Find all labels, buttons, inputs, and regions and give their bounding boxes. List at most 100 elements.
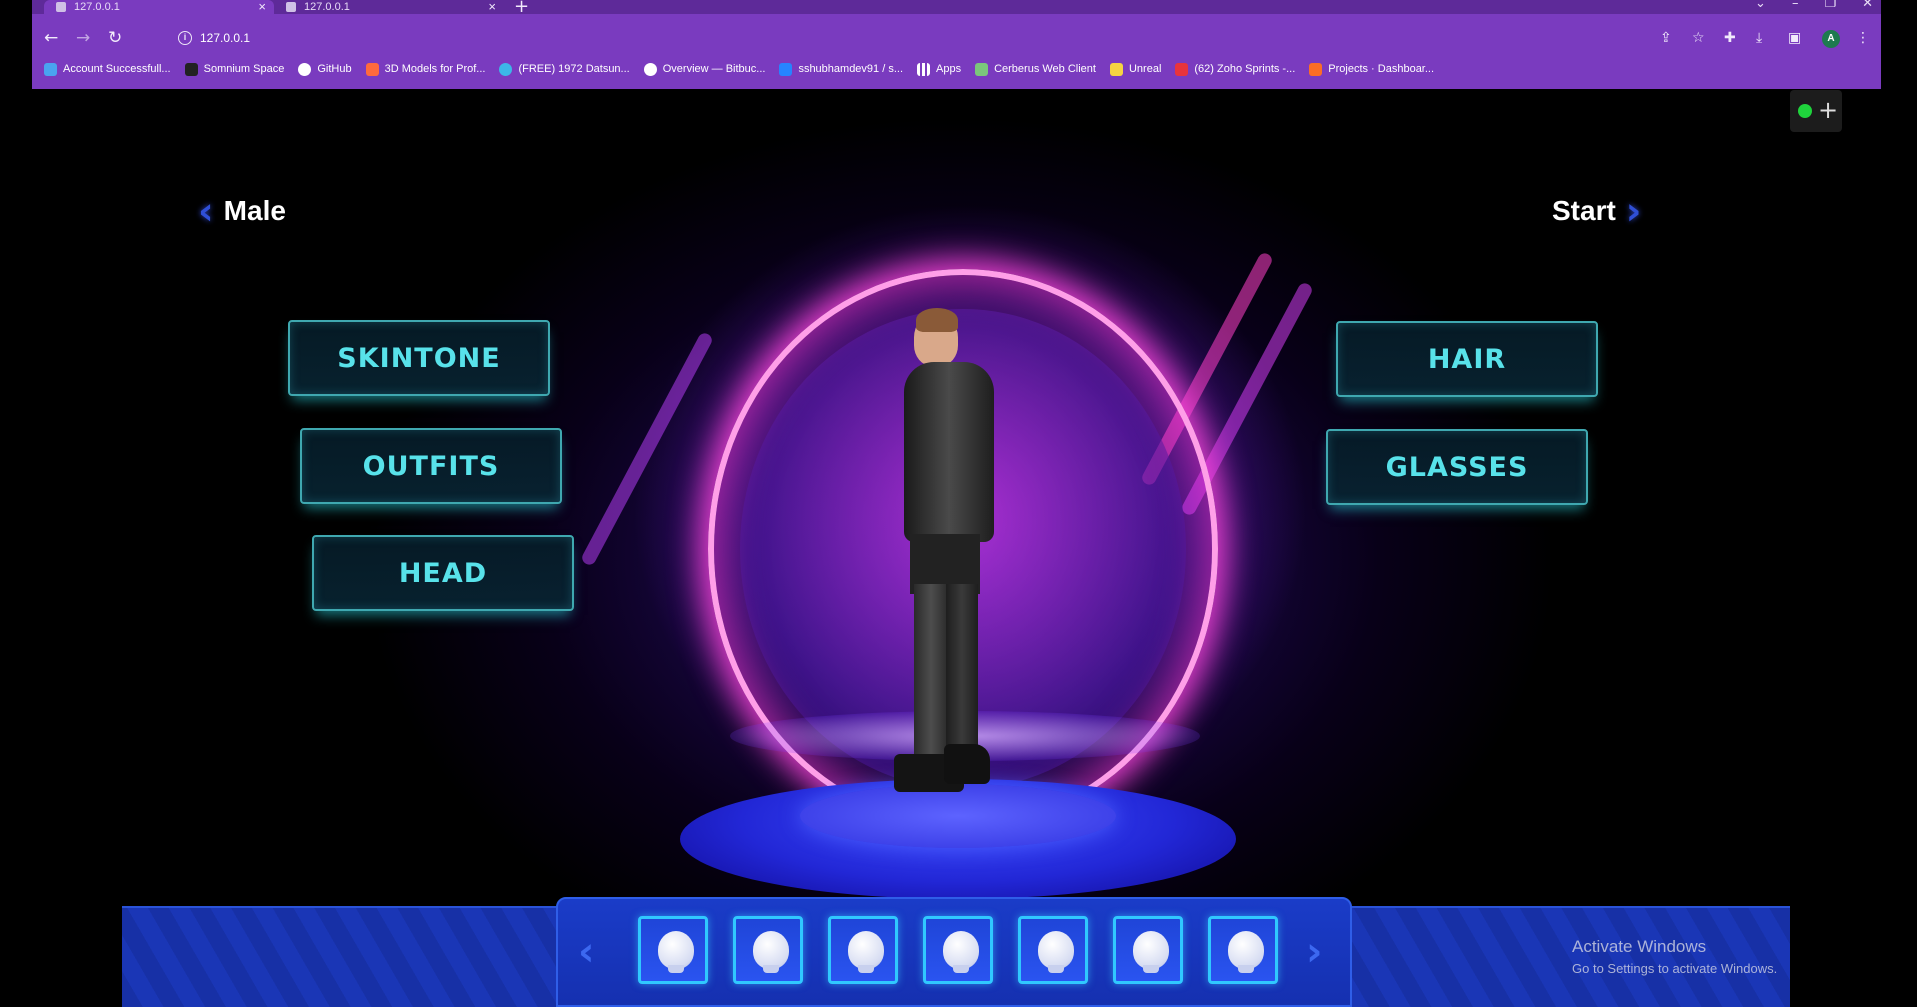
tab-search-icon[interactable]: ⌄ (1755, 0, 1766, 11)
glasses-button[interactable]: GLASSES (1326, 429, 1588, 505)
bookmark-label: Apps (936, 63, 962, 75)
character-leg (946, 584, 978, 764)
url-text[interactable]: 127.0.0.1 (200, 31, 250, 45)
head-preset-icon (753, 931, 789, 973)
selector-next-icon[interactable]: › (1306, 929, 1322, 975)
close-icon[interactable]: × (258, 0, 266, 14)
bookmark-icon (365, 62, 379, 76)
new-tab-icon[interactable]: + (514, 0, 529, 17)
head-slot[interactable] (638, 916, 708, 984)
info-icon[interactable]: i (178, 31, 192, 45)
avatar-character[interactable] (880, 308, 1020, 834)
selector-prev-icon[interactable]: ‹ (578, 929, 594, 975)
head-slot[interactable] (828, 916, 898, 984)
start-label: Start (1552, 195, 1616, 226)
browser-chrome: 127.0.0.1 × 127.0.0.1 × + ⌄ – ❐ ✕ ← → ↻ … (32, 0, 1881, 89)
bookmark-item[interactable]: sshubhamdev91 / s... (779, 62, 903, 76)
tab-1[interactable]: 127.0.0.1 × (44, 0, 274, 14)
bookmark-item[interactable]: GitHub (298, 62, 352, 76)
head-preset-icon (658, 931, 694, 973)
bookmark-label: sshubhamdev91 / s... (798, 63, 903, 75)
bookmark-item[interactable]: Somnium Space (184, 62, 285, 76)
head-slot[interactable] (1208, 916, 1278, 984)
tab-strip: 127.0.0.1 × 127.0.0.1 × + ⌄ – ❐ ✕ (32, 0, 1881, 17)
star-icon[interactable]: ☆ (1692, 30, 1705, 46)
bookmark-icon (184, 62, 198, 76)
hair-button[interactable]: HAIR (1336, 321, 1598, 397)
bookmark-item[interactable]: Account Successfull... (44, 62, 171, 76)
bookmark-icon (1175, 62, 1189, 76)
bookmark-item[interactable]: Projects · Dashboar... (1309, 62, 1435, 76)
bookmark-item[interactable]: Unreal (1109, 62, 1162, 76)
back-icon[interactable]: ← (44, 28, 58, 48)
bookmark-item[interactable]: (62) Zoho Sprints -... (1175, 62, 1296, 76)
bookmark-icon (975, 62, 989, 76)
head-slot[interactable] (733, 916, 803, 984)
character-leg (914, 584, 948, 764)
character-hair (916, 308, 958, 332)
head-preset-icon (943, 931, 979, 973)
tab-favicon-icon (56, 2, 66, 12)
start-nav[interactable]: Start › (1552, 189, 1641, 233)
plus-icon[interactable]: + (1818, 96, 1838, 124)
head-slot[interactable] (1113, 916, 1183, 984)
overlay-widget[interactable]: + (1790, 90, 1842, 132)
light-streak (579, 330, 715, 568)
bookmark-icon (779, 62, 793, 76)
bookmarks-bar: Account Successfull... Somnium Space Git… (32, 58, 1881, 80)
apps-grid-icon (917, 62, 930, 76)
download-icon[interactable]: ⤓ (1756, 30, 1762, 46)
head-button[interactable]: HEAD (312, 535, 574, 611)
back-nav[interactable]: ‹ Male (198, 189, 286, 233)
watermark-title: Activate Windows (1572, 937, 1707, 956)
close-icon[interactable]: × (488, 0, 496, 14)
restore-icon[interactable]: ❐ (1824, 0, 1836, 11)
bookmark-item[interactable]: 3D Models for Prof... (365, 62, 485, 76)
forward-icon[interactable]: → (76, 28, 90, 48)
reload-icon[interactable]: ↻ (108, 28, 122, 48)
bookmark-item[interactable]: (FREE) 1972 Datsun... (499, 62, 630, 76)
bookmark-item[interactable]: Apps (917, 62, 962, 76)
github-icon (298, 62, 312, 76)
head-preset-icon (1228, 931, 1264, 973)
address-bar[interactable]: i 127.0.0.1 (144, 26, 1744, 52)
bookmark-label: Cerberus Web Client (994, 63, 1096, 75)
tab-title: 127.0.0.1 (74, 1, 120, 13)
bookmark-label: (FREE) 1972 Datsun... (518, 63, 630, 75)
tab-2[interactable]: 127.0.0.1 × (274, 0, 504, 14)
extensions-icon[interactable]: ✚ (1724, 30, 1736, 46)
chevron-right-icon: › (1625, 189, 1642, 233)
menu-icon[interactable]: ⋮ (1856, 30, 1870, 46)
bookmark-label: (62) Zoho Sprints -... (1194, 63, 1296, 75)
chevron-left-icon: ‹ (198, 189, 214, 233)
bookmark-label: Projects · Dashboar... (1328, 63, 1435, 75)
screen: 127.0.0.1 × 127.0.0.1 × + ⌄ – ❐ ✕ ← → ↻ … (0, 0, 1917, 1007)
close-window-icon[interactable]: ✕ (1862, 0, 1873, 11)
bookmark-label: Overview — Bitbuc... (662, 63, 766, 75)
outfits-button[interactable]: OUTFITS (300, 428, 562, 504)
bookmark-label: GitHub (317, 63, 352, 75)
bookmark-item[interactable]: Overview — Bitbuc... (643, 62, 766, 76)
minimize-icon[interactable]: – (1792, 0, 1799, 11)
bookmark-label: Somnium Space (203, 63, 285, 75)
skintone-button[interactable]: SKINTONE (288, 320, 550, 396)
head-preset-icon (848, 931, 884, 973)
side-panel-icon[interactable]: ▣ (1788, 30, 1801, 46)
gitlab-icon (1309, 62, 1323, 76)
share-icon[interactable]: ⇪ (1660, 30, 1672, 46)
bookmark-label: Account Successfull... (63, 63, 171, 75)
head-slot[interactable] (1018, 916, 1088, 984)
watermark-subtitle: Go to Settings to activate Windows. (1572, 961, 1778, 976)
bookmark-item[interactable]: Cerberus Web Client (975, 62, 1096, 76)
bookmark-icon (44, 62, 57, 76)
bookmark-label: Unreal (1128, 63, 1162, 75)
profile-avatar[interactable]: A (1822, 30, 1840, 48)
folder-icon (1109, 62, 1123, 76)
window-controls: ⌄ – ❐ ✕ (1755, 0, 1873, 11)
game-viewport[interactable]: ‹ Male Start › SKINTONE OUTFITS HEAD HAI… (0, 89, 1917, 1007)
tab-favicon-icon (286, 2, 296, 12)
head-slot[interactable] (923, 916, 993, 984)
character-boot (944, 744, 990, 784)
status-dot-icon (1798, 104, 1812, 118)
bookmark-icon (643, 62, 657, 76)
